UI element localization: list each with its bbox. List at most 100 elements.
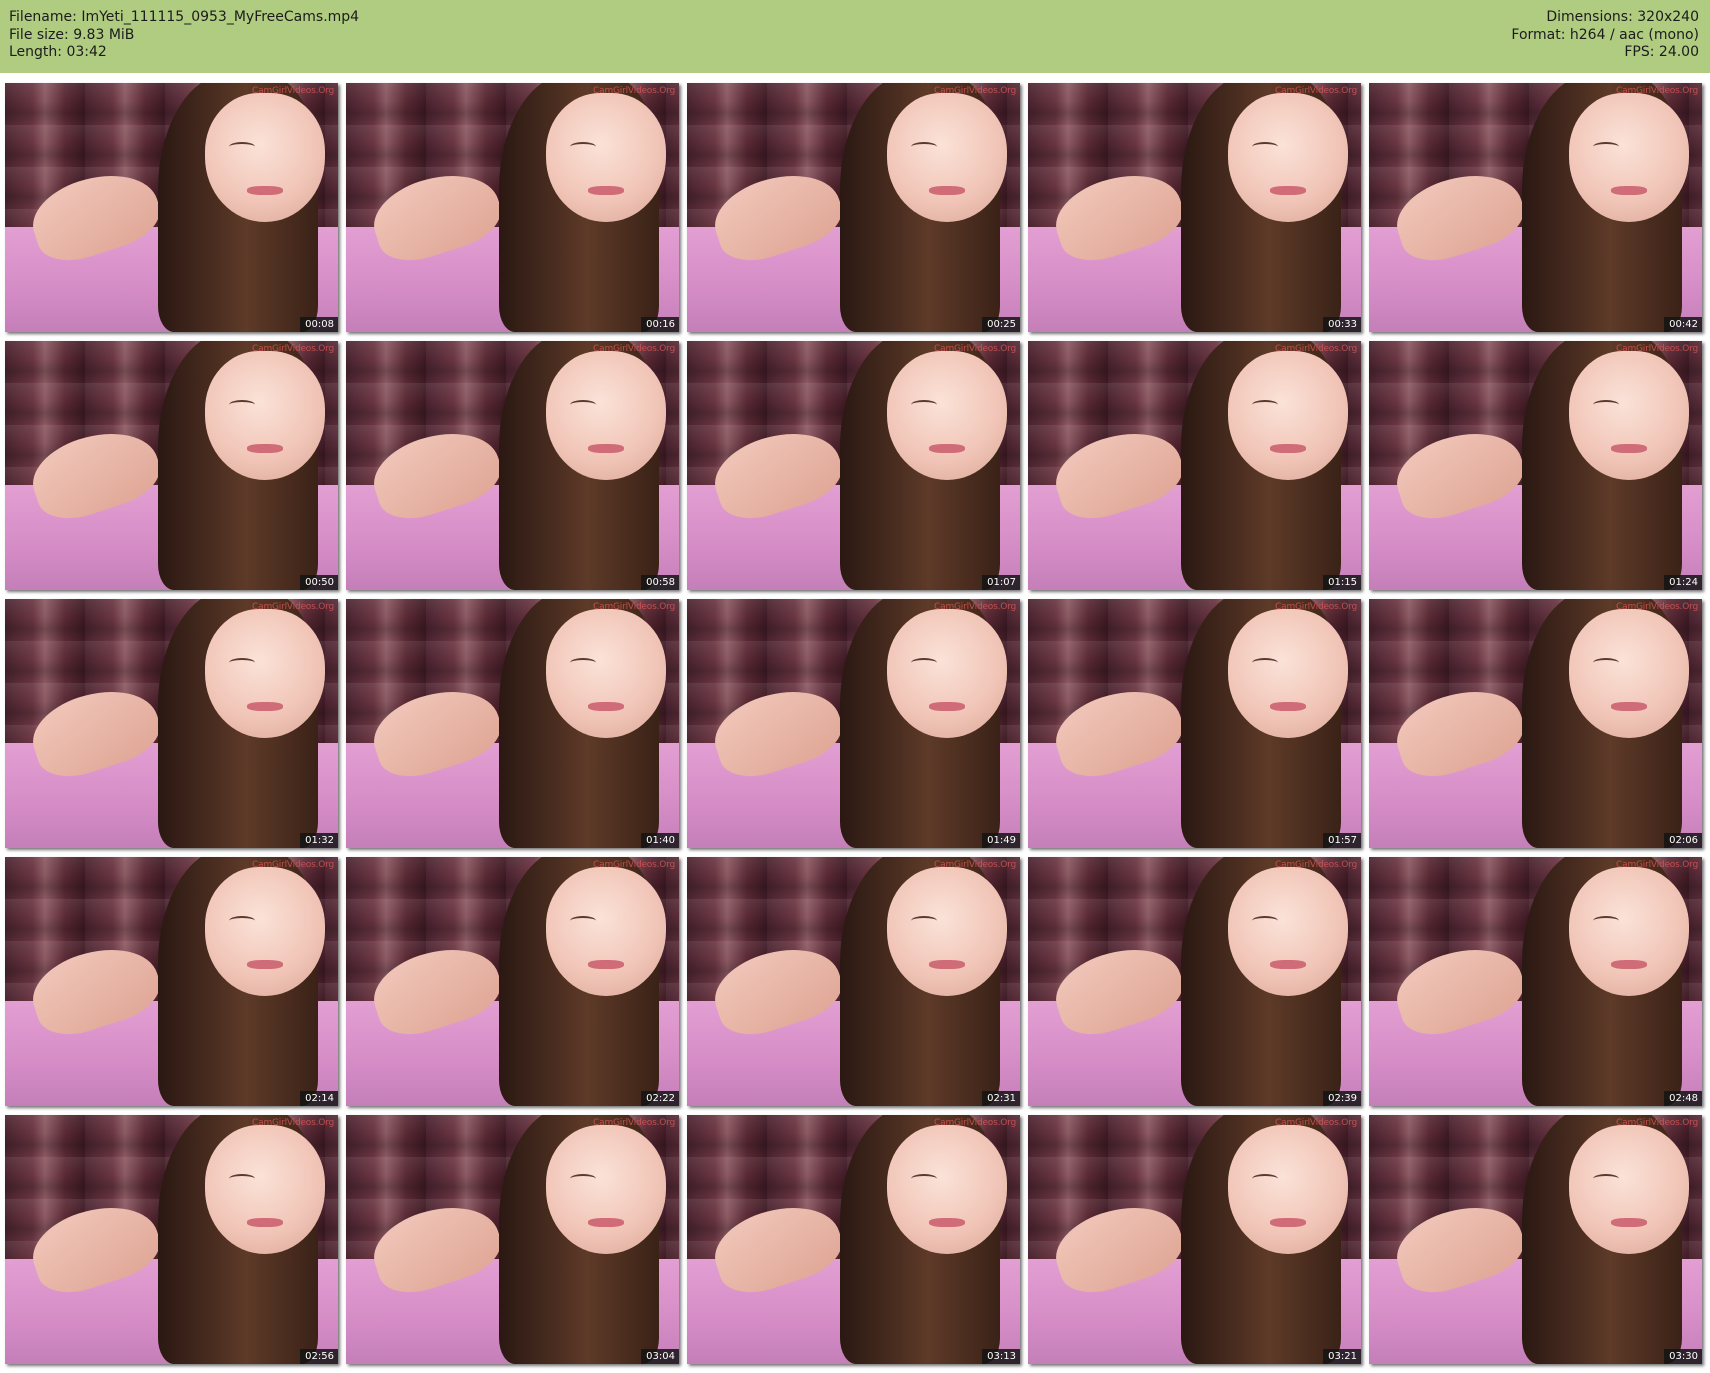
filesize-line: File size: 9.83 MiB [9, 27, 359, 45]
watermark-text: CamGirlVideos.Org [593, 602, 675, 612]
length-label: Length: [9, 44, 63, 60]
watermark-text: CamGirlVideos.Org [1275, 860, 1357, 870]
face-shape [1568, 608, 1689, 739]
face-shape [545, 1124, 666, 1255]
watermark-text: CamGirlVideos.Org [1275, 86, 1357, 96]
thumbnail-timestamp: 03:30 [1664, 1349, 1702, 1364]
video-thumbnail: CamGirlVideos.Org 01:49 [687, 599, 1020, 848]
thumbnail-timestamp: 01:57 [1323, 833, 1361, 848]
video-thumbnail: CamGirlVideos.Org 02:48 [1369, 857, 1702, 1106]
watermark-text: CamGirlVideos.Org [934, 1118, 1016, 1128]
thumbnail-timestamp: 00:58 [641, 575, 679, 590]
face-shape [886, 350, 1007, 481]
thumbnail-timestamp: 01:15 [1323, 575, 1361, 590]
thumbnail-timestamp: 02:56 [300, 1349, 338, 1364]
video-thumbnail: CamGirlVideos.Org 03:30 [1369, 1115, 1702, 1364]
watermark-text: CamGirlVideos.Org [252, 860, 334, 870]
watermark-text: CamGirlVideos.Org [1616, 860, 1698, 870]
video-thumbnail: CamGirlVideos.Org 00:08 [5, 83, 338, 332]
dimensions-label: Dimensions: [1546, 9, 1633, 25]
thumbnail-timestamp: 01:24 [1664, 575, 1702, 590]
video-thumbnail: CamGirlVideos.Org 01:15 [1028, 341, 1361, 590]
thumbnail-timestamp: 01:07 [982, 575, 1020, 590]
face-shape [204, 1124, 325, 1255]
video-thumbnail: CamGirlVideos.Org 01:57 [1028, 599, 1361, 848]
face-shape [545, 92, 666, 223]
video-thumbnail: CamGirlVideos.Org 01:32 [5, 599, 338, 848]
watermark-text: CamGirlVideos.Org [1616, 86, 1698, 96]
video-thumbnail: CamGirlVideos.Org 02:22 [346, 857, 679, 1106]
watermark-text: CamGirlVideos.Org [252, 344, 334, 354]
face-shape [1568, 1124, 1689, 1255]
watermark-text: CamGirlVideos.Org [1616, 1118, 1698, 1128]
video-thumbnail: CamGirlVideos.Org 01:07 [687, 341, 1020, 590]
thumbnail-timestamp: 02:22 [641, 1091, 679, 1106]
watermark-text: CamGirlVideos.Org [934, 860, 1016, 870]
watermark-text: CamGirlVideos.Org [1616, 344, 1698, 354]
video-thumbnail: CamGirlVideos.Org 01:40 [346, 599, 679, 848]
face-shape [1227, 1124, 1348, 1255]
thumbnail-timestamp: 00:42 [1664, 317, 1702, 332]
video-thumbnail: CamGirlVideos.Org 00:25 [687, 83, 1020, 332]
filesize-label: File size: [9, 26, 69, 43]
face-shape [545, 866, 666, 997]
face-shape [204, 92, 325, 223]
watermark-text: CamGirlVideos.Org [593, 344, 675, 354]
watermark-text: CamGirlVideos.Org [593, 860, 675, 870]
video-thumbnail: CamGirlVideos.Org 03:13 [687, 1115, 1020, 1364]
watermark-text: CamGirlVideos.Org [1275, 602, 1357, 612]
watermark-text: CamGirlVideos.Org [934, 602, 1016, 612]
thumbnail-timestamp: 02:31 [982, 1091, 1020, 1106]
face-shape [886, 866, 1007, 997]
watermark-text: CamGirlVideos.Org [252, 86, 334, 96]
video-thumbnail: CamGirlVideos.Org 00:16 [346, 83, 679, 332]
file-info-left: Filename: ImYeti_111115_0953_MyFreeCams.… [9, 9, 359, 62]
face-shape [204, 866, 325, 997]
file-info-right: Dimensions: 320x240 Format: h264 / aac (… [1511, 9, 1699, 62]
watermark-text: CamGirlVideos.Org [934, 344, 1016, 354]
fps-value: 24.00 [1658, 44, 1699, 60]
face-shape [1227, 350, 1348, 481]
thumbnail-timestamp: 02:06 [1664, 833, 1702, 848]
face-shape [204, 608, 325, 739]
face-shape [545, 608, 666, 739]
face-shape [1227, 866, 1348, 997]
watermark-text: CamGirlVideos.Org [1275, 1118, 1357, 1128]
thumbnail-grid: CamGirlVideos.Org 00:08 CamGirlVideos.Org 0… [5, 83, 1705, 1368]
video-thumbnail: CamGirlVideos.Org 00:58 [346, 341, 679, 590]
video-thumbnail: CamGirlVideos.Org 01:24 [1369, 341, 1702, 590]
thumbnail-timestamp: 03:04 [641, 1349, 679, 1364]
video-thumbnail: CamGirlVideos.Org 00:33 [1028, 83, 1361, 332]
watermark-text: CamGirlVideos.Org [593, 86, 675, 96]
face-shape [204, 350, 325, 481]
face-shape [1568, 92, 1689, 223]
video-thumbnail: CamGirlVideos.Org 03:21 [1028, 1115, 1361, 1364]
face-shape [1568, 350, 1689, 481]
length-line: Length: 03:42 [9, 44, 359, 62]
format-line: Format: h264 / aac (mono) [1511, 27, 1699, 45]
watermark-text: CamGirlVideos.Org [593, 1118, 675, 1128]
video-thumbnail: CamGirlVideos.Org 00:50 [5, 341, 338, 590]
filename-label: Filename: [9, 9, 77, 25]
watermark-text: CamGirlVideos.Org [252, 1118, 334, 1128]
dimensions-value: 320x240 [1637, 9, 1699, 25]
video-thumbnail: CamGirlVideos.Org 00:42 [1369, 83, 1702, 332]
video-thumbnail: CamGirlVideos.Org 02:06 [1369, 599, 1702, 848]
fps-line: FPS: 24.00 [1511, 44, 1699, 62]
video-thumbnail: CamGirlVideos.Org 02:31 [687, 857, 1020, 1106]
fps-label: FPS: [1624, 44, 1655, 60]
length-value: 03:42 [66, 44, 107, 60]
thumbnail-timestamp: 02:39 [1323, 1091, 1361, 1106]
face-shape [886, 92, 1007, 223]
filename-line: Filename: ImYeti_111115_0953_MyFreeCams.… [9, 9, 359, 27]
face-shape [1227, 92, 1348, 223]
face-shape [1227, 608, 1348, 739]
video-thumbnail: CamGirlVideos.Org 03:04 [346, 1115, 679, 1364]
filesize-value: 9.83 MiB [73, 26, 135, 43]
video-thumbnail: CamGirlVideos.Org 02:39 [1028, 857, 1361, 1106]
format-label: Format: [1511, 26, 1566, 43]
thumbnail-timestamp: 03:21 [1323, 1349, 1361, 1364]
face-shape [1568, 866, 1689, 997]
face-shape [545, 350, 666, 481]
watermark-text: CamGirlVideos.Org [252, 602, 334, 612]
